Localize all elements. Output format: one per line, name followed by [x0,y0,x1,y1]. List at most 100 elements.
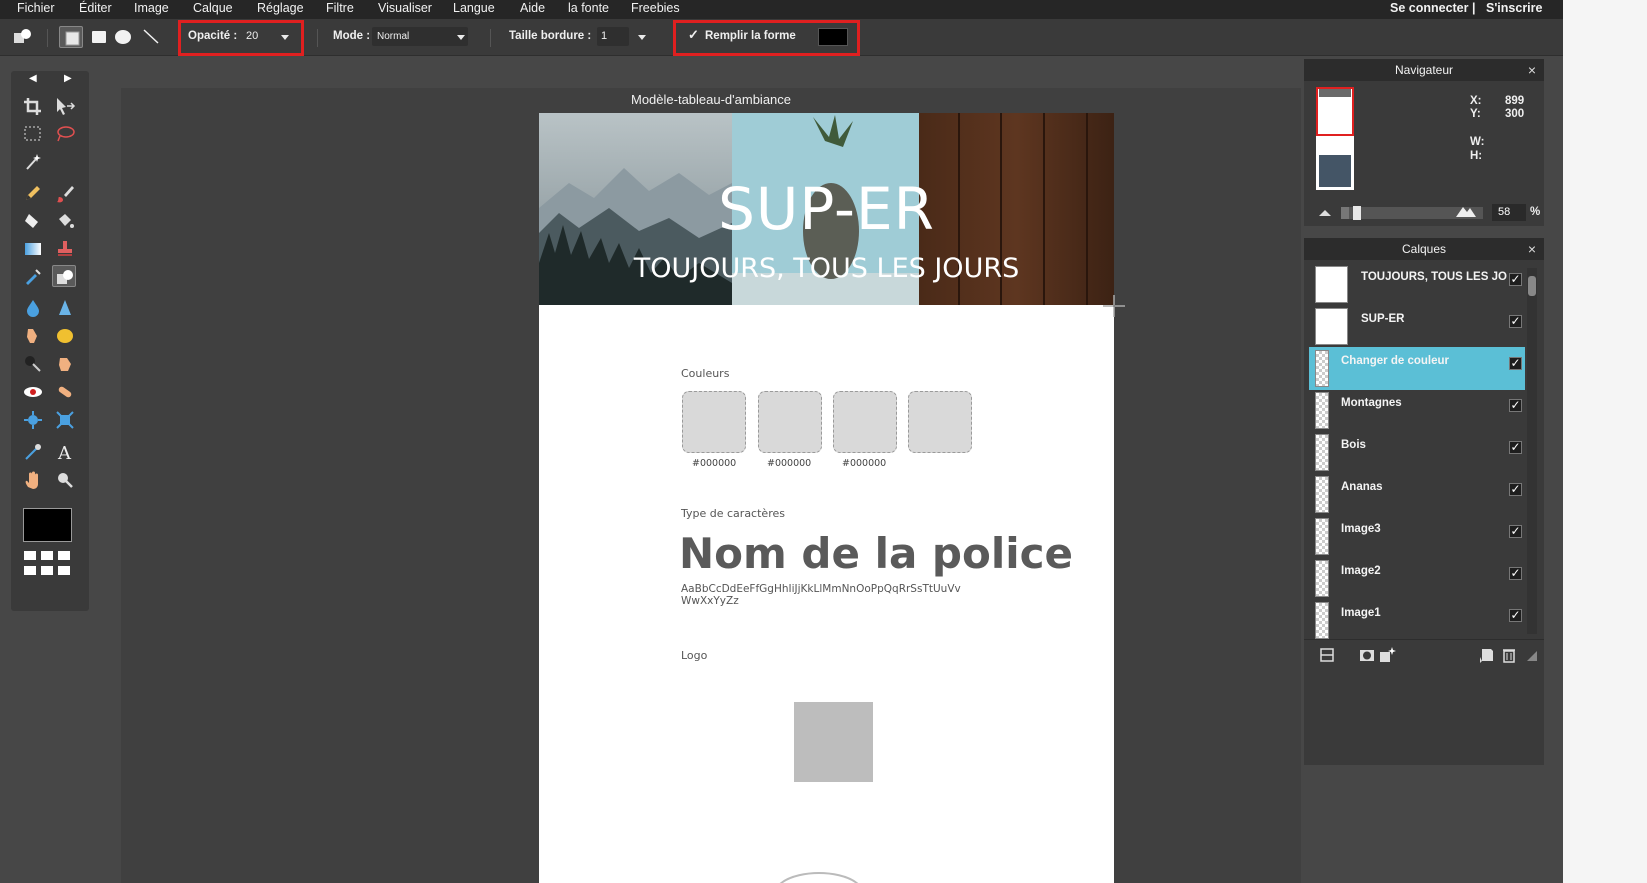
zoom-slider-handle[interactable] [1353,206,1361,220]
rect-shape-icon[interactable] [87,26,111,48]
menu-image[interactable]: Image [134,1,169,15]
mode-dropdown-icon[interactable] [457,35,465,40]
resize-grip-icon[interactable] [1522,646,1540,664]
colors-heading: Couleurs [681,367,730,380]
layer-properties-icon[interactable] [1318,646,1336,664]
layer-visibility-checkbox[interactable]: ✓ [1509,567,1522,580]
spot-heal-icon[interactable] [53,381,77,403]
grid-view-icon[interactable] [24,551,72,579]
layer-row[interactable]: Bois ✓ [1309,431,1525,474]
text-icon[interactable]: A [53,441,77,464]
layer-visibility-checkbox[interactable]: ✓ [1509,315,1522,328]
login-link[interactable]: Se connecter [1390,1,1469,15]
clone-stamp-icon[interactable] [53,238,77,260]
toolbox-prev-icon[interactable]: ◀ [29,73,37,84]
marquee-icon[interactable] [21,123,45,145]
swatch-code: #000000 [842,458,887,469]
drop-icon[interactable] [21,297,45,319]
lasso-icon[interactable] [53,123,77,145]
smudge-icon[interactable] [21,325,45,347]
layer-visibility-checkbox[interactable]: ✓ [1509,609,1522,622]
layer-thumbnail [1315,434,1329,471]
toolbox-next-icon[interactable]: ▶ [64,73,72,84]
opacity-dropdown-icon[interactable] [281,35,289,40]
pinch-icon[interactable] [53,409,77,431]
bucket-icon[interactable] [53,210,77,232]
gradient-icon[interactable] [21,238,45,260]
layer-row[interactable]: SUP-ER ✓ [1309,305,1525,348]
zoom-icon[interactable] [53,469,77,491]
layer-row[interactable]: TOUJOURS, TOUS LES JO ✓ [1309,263,1525,306]
zoom-unit: % [1530,206,1541,218]
menu-reglage[interactable]: Réglage [257,1,304,15]
color-replace-icon[interactable] [21,266,45,288]
layer-row[interactable]: Image3 ✓ [1309,515,1525,558]
layer-visibility-checkbox[interactable]: ✓ [1509,273,1522,286]
border-size-dropdown-icon[interactable] [638,35,646,40]
menu-filtre[interactable]: Filtre [326,1,354,15]
move-icon[interactable] [53,95,77,117]
layer-visibility-checkbox[interactable]: ✓ [1509,525,1522,538]
menu-freebies[interactable]: Freebies [631,1,680,15]
delete-layer-icon[interactable] [1500,646,1518,664]
signup-link[interactable]: S'inscrire [1486,1,1542,15]
dodge-icon[interactable] [53,353,77,375]
menu-editer[interactable]: Éditer [79,1,112,15]
separator [490,29,491,47]
layer-row[interactable]: Changer de couleur ✓ [1309,347,1525,390]
layer-row[interactable]: Montagnes ✓ [1309,389,1525,432]
move-cursor-icon [1103,295,1125,317]
eraser-icon[interactable] [21,210,45,232]
line-shape-icon[interactable] [139,26,163,48]
ellipse-shape-icon[interactable] [111,26,135,48]
sharpen-icon[interactable] [53,297,77,319]
fill-checkbox[interactable]: ✓ [688,27,699,43]
layer-row[interactable]: Ananas ✓ [1309,473,1525,516]
primary-color-swatch[interactable] [23,508,72,542]
magic-wand-icon[interactable] [21,151,45,173]
zoom-input[interactable]: 58 [1492,204,1526,221]
logo-heading: Logo [681,649,708,662]
shape-icon[interactable] [52,265,76,287]
crop-icon[interactable] [21,95,45,117]
shape-tool-icon[interactable] [10,26,34,48]
color-picker-icon[interactable] [21,441,45,463]
menu-fichier[interactable]: Fichier [17,1,55,15]
brush-icon[interactable] [53,183,77,205]
sponge-icon[interactable] [53,325,77,347]
layer-row[interactable]: Image2 ✓ [1309,557,1525,600]
layers-scroll-thumb[interactable] [1528,276,1536,296]
red-eye-icon[interactable] [21,381,45,403]
zoom-out-icon[interactable] [1318,207,1332,217]
opacity-input[interactable]: 20 [246,30,258,42]
layers-close-icon[interactable]: × [1528,238,1536,260]
layer-name: Image1 [1341,607,1381,619]
document-canvas[interactable]: SUP-ER TOUJOURS, TOUS LES JOURS Couleurs… [539,113,1114,883]
hand-icon[interactable] [21,469,45,491]
navigator-thumbnail[interactable] [1316,87,1354,190]
pencil-icon[interactable] [21,183,45,205]
menu-visualiser[interactable]: Visualiser [378,1,432,15]
bloat-icon[interactable] [21,409,45,431]
menu-la-fonte[interactable]: la fonte [568,1,609,15]
layers-scrollbar[interactable] [1527,268,1537,634]
burn-icon[interactable] [21,353,45,375]
new-layer-icon[interactable] [1478,646,1496,664]
layer-thumbnail [1315,518,1329,555]
mode-label: Mode : [333,30,371,42]
layer-visibility-checkbox[interactable]: ✓ [1509,399,1522,412]
navigator-close-icon[interactable]: × [1528,59,1536,81]
layer-visibility-checkbox[interactable]: ✓ [1509,441,1522,454]
zoom-in-icon[interactable] [1455,202,1477,218]
menu-calque[interactable]: Calque [193,1,233,15]
layer-visibility-checkbox[interactable]: ✓ [1509,483,1522,496]
layer-effects-icon[interactable] [1378,646,1396,664]
layer-row[interactable]: Image1 ✓ [1309,599,1525,642]
layer-name: SUP-ER [1361,313,1405,325]
rect-outline-shape-icon[interactable] [59,26,83,48]
menu-aide[interactable]: Aide [520,1,545,15]
fill-color-swatch[interactable] [818,28,848,46]
layer-visibility-checkbox[interactable]: ✓ [1509,357,1522,370]
menu-langue[interactable]: Langue [453,1,495,15]
layer-mask-icon[interactable] [1358,646,1376,664]
